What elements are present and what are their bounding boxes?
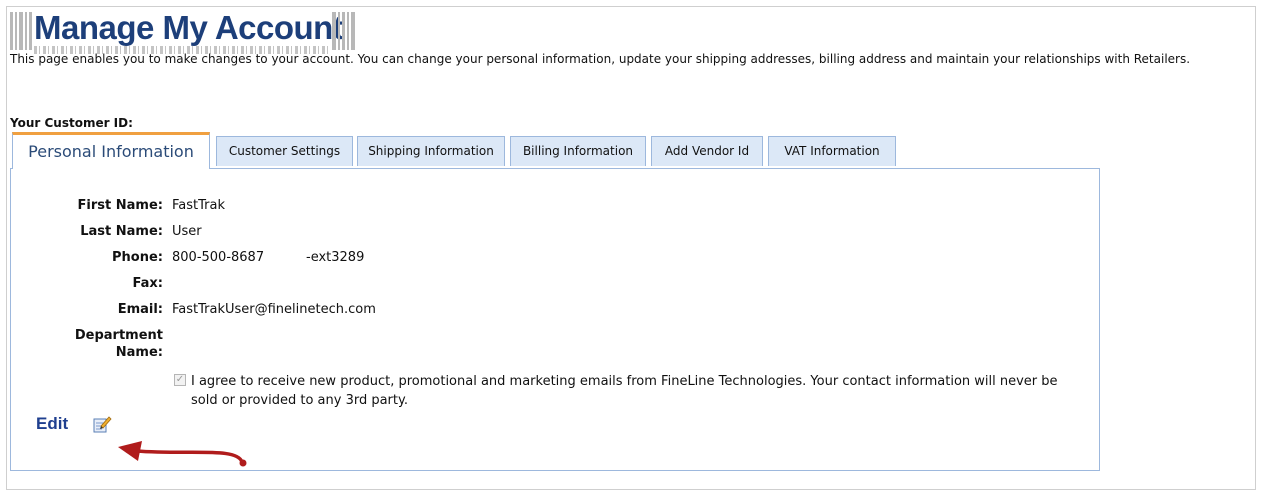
marketing-consent-text: I agree to receive new product, promotio… — [191, 374, 1058, 408]
tab-billing-information[interactable]: Billing Information — [510, 136, 646, 166]
barcode-decoration-left — [10, 12, 34, 50]
department-label: Department Name: — [3, 327, 163, 361]
annotation-arrow — [118, 441, 247, 467]
barcode-decoration-right — [332, 12, 357, 50]
last-name-value: User — [172, 224, 202, 239]
phone-label: Phone: — [112, 250, 163, 265]
first-name-value: FastTrak — [172, 198, 225, 213]
tab-vat-information[interactable]: VAT Information — [768, 136, 896, 166]
email-value: FastTrakUser@finelinetech.com — [172, 302, 376, 317]
tab-add-vendor-id[interactable]: Add Vendor Id — [651, 136, 763, 166]
edit-link[interactable]: Edit — [36, 414, 68, 434]
phone-extension-value: -ext3289 — [306, 250, 365, 265]
page-title: Manage My Account — [34, 9, 344, 46]
page-intro: This page enables you to make changes to… — [10, 52, 1191, 66]
tab-customer-settings[interactable]: Customer Settings — [216, 136, 353, 166]
tab-personal-information[interactable]: Personal Information — [12, 132, 210, 169]
phone-value: 800-500-8687 — [172, 250, 265, 265]
tab-shipping-information[interactable]: Shipping Information — [357, 136, 505, 166]
marketing-consent-checkbox[interactable]: ✓ — [174, 374, 186, 386]
department-label-line1: Department — [74, 328, 163, 343]
last-name-label: Last Name: — [80, 224, 163, 239]
email-label: Email: — [117, 302, 163, 317]
department-label-line2: Name: — [115, 345, 163, 360]
fax-label: Fax: — [132, 276, 163, 291]
edit-document-icon[interactable] — [92, 414, 112, 434]
page-header: Manage My Account — [10, 8, 710, 54]
first-name-label: First Name: — [77, 198, 163, 213]
customer-id-label: Your Customer ID: — [10, 116, 133, 130]
